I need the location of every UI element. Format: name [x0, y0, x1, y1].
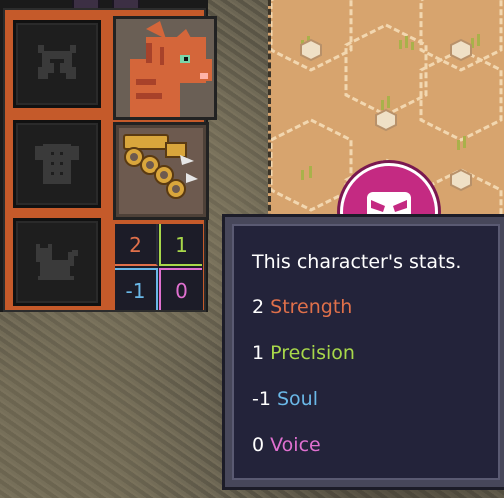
cat-icon [36, 244, 78, 280]
tooltip-soul-line: -1 Soul [252, 388, 318, 410]
tooltip-strength-line: 2 Strength [252, 296, 352, 318]
helmet-icon [38, 45, 76, 79]
armor-icon [35, 144, 79, 184]
tooltip-soul-value: -1 [252, 388, 271, 410]
cat-portrait [116, 19, 214, 117]
item-slot[interactable] [113, 122, 209, 220]
armor-slot[interactable] [13, 120, 101, 208]
stats-tooltip: This character's stats. 2 Strength 1 Pre… [222, 214, 504, 490]
pet-slot[interactable] [13, 218, 101, 306]
soul-value: -1 [125, 279, 146, 303]
tooltip-body: This character's stats. 2 Strength 1 Pre… [232, 224, 500, 480]
tooltip-precision-name: Precision [270, 342, 355, 364]
voice-value: 0 [175, 279, 188, 303]
tooltip-precision-line: 1 Precision [252, 342, 355, 364]
tooltip-title: This character's stats. [252, 251, 462, 273]
tooltip-precision-value: 1 [252, 342, 265, 364]
strength-value: 2 [129, 233, 142, 257]
strength-cell[interactable]: 2 [115, 224, 158, 266]
tooltip-strength-name: Strength [270, 296, 353, 318]
character-portrait[interactable] [113, 16, 217, 120]
soul-cell[interactable]: -1 [115, 268, 158, 310]
tooltip-voice-line: 0 Voice [252, 434, 321, 456]
precision-value: 1 [175, 233, 188, 257]
voice-cell[interactable]: 0 [159, 268, 202, 310]
brass-knuckles-icon [123, 134, 198, 199]
panel-frame: 2 1 -1 0 [3, 8, 217, 312]
tooltip-soul-name: Soul [277, 388, 319, 410]
character-panel: 2 1 -1 0 [0, 0, 217, 312]
precision-cell[interactable]: 1 [159, 224, 202, 266]
helmet-slot[interactable] [13, 20, 101, 108]
tooltip-voice-value: 0 [252, 434, 265, 456]
tooltip-strength-value: 2 [252, 296, 265, 318]
stats-grid[interactable]: 2 1 -1 0 [115, 224, 203, 310]
tooltip-voice-name: Voice [270, 434, 321, 456]
